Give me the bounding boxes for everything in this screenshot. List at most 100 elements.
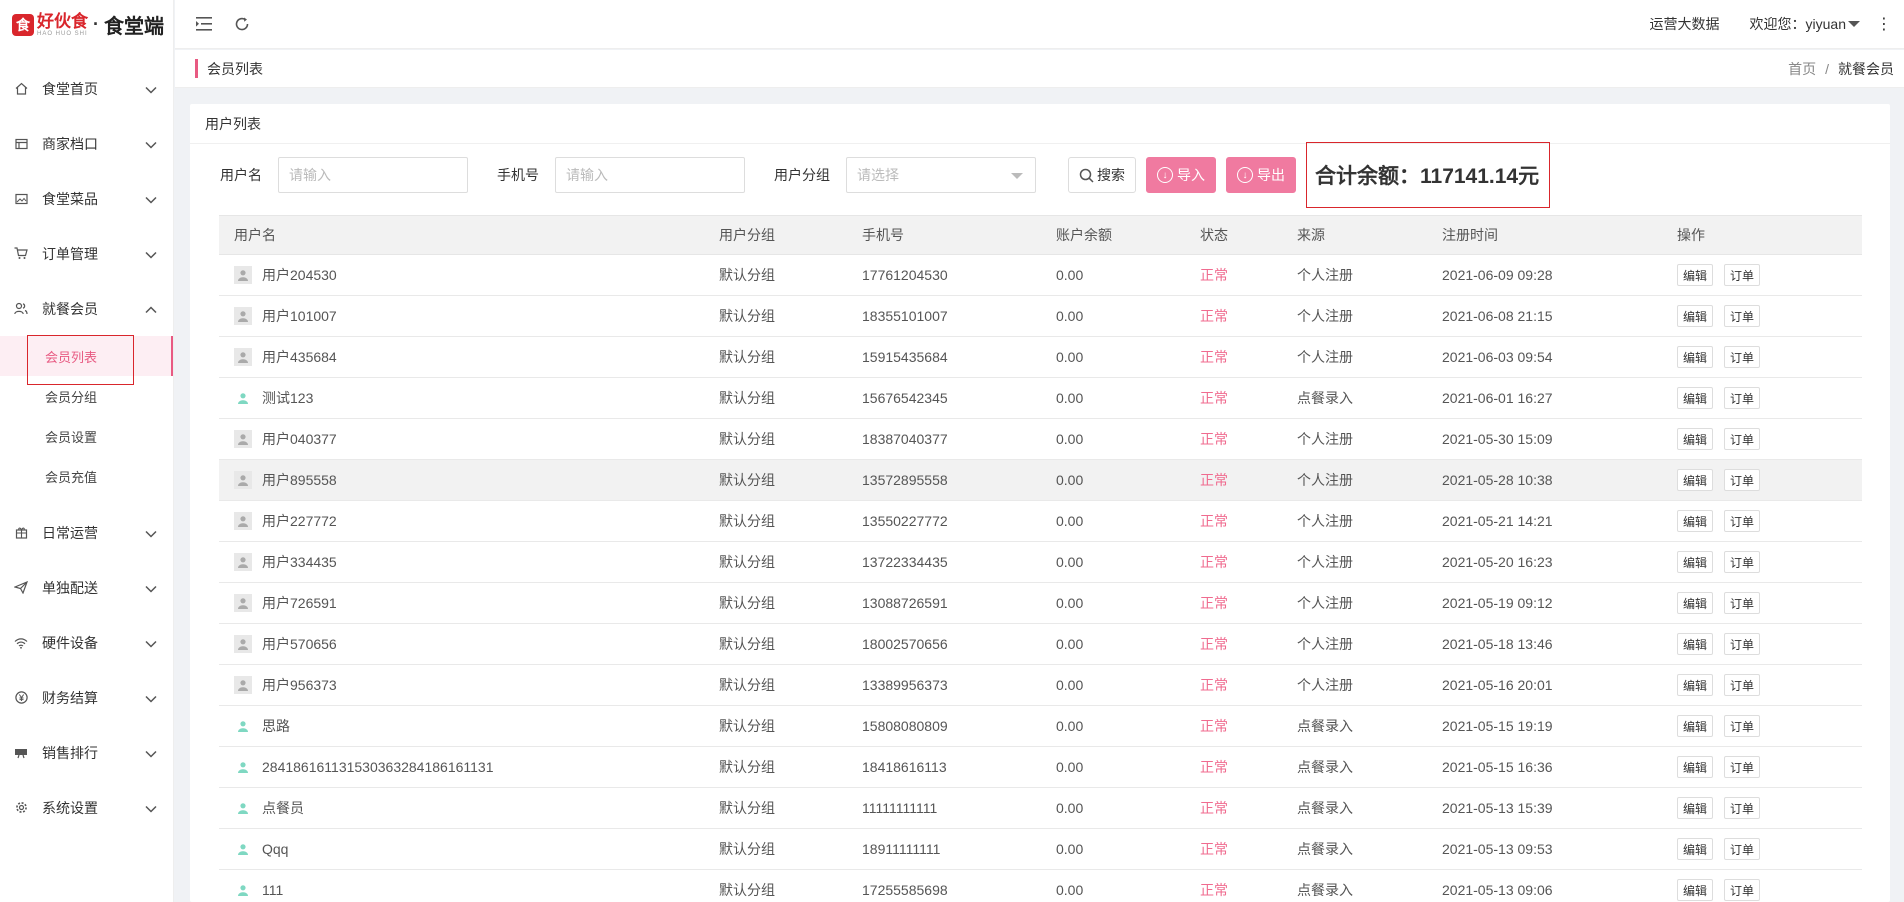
- edit-button[interactable]: 编辑: [1677, 633, 1714, 655]
- table-row[interactable]: Qqq 默认分组 18911111111 0.00 正常 点餐录入 2021-05-13 0…: [219, 829, 1862, 870]
- more-vertical-icon[interactable]: ⋮: [1876, 14, 1892, 34]
- edit-button[interactable]: 编辑: [1677, 264, 1714, 286]
- table-row[interactable]: 用户895558 默认分组 13572895558 0.00 正常 个人注册 2021-05…: [219, 459, 1862, 501]
- table-row[interactable]: 28418616113153036328418616113​1 默认分组 18418…: [219, 747, 1862, 788]
- sidebar-item-0[interactable]: 食堂首页: [0, 61, 173, 116]
- sidebar-item-5[interactable]: 日常运营: [0, 505, 173, 560]
- sidebar-item-10[interactable]: 系统设置: [0, 780, 173, 835]
- sidebar-item-1[interactable]: 商家档口: [0, 116, 173, 171]
- sidebar-item-6[interactable]: 单独配送: [0, 560, 173, 615]
- table-row[interactable]: 用户227772 默认分组 13550227772 0.00 正常 个人注册 2021-05…: [219, 501, 1862, 542]
- sidebar-item-2[interactable]: 食堂菜品: [0, 171, 173, 226]
- submenu-item-1[interactable]: 会员分组: [0, 376, 173, 416]
- cell-group: 默认分组: [719, 308, 775, 324]
- cell-group: 默认分组: [719, 841, 775, 857]
- order-button[interactable]: 订单: [1724, 387, 1761, 409]
- cell-status: 正常: [1200, 554, 1228, 570]
- edit-button[interactable]: 编辑: [1677, 428, 1714, 450]
- edit-button[interactable]: 编辑: [1677, 387, 1714, 409]
- edit-button[interactable]: 编辑: [1677, 510, 1714, 532]
- sidebar-item-label: 单独配送: [42, 579, 98, 596]
- order-button[interactable]: 订单: [1724, 797, 1761, 819]
- table-row[interactable]: 用户956373 默认分组 13389956373 0.00 正常 个人注册 2021-05…: [219, 665, 1862, 706]
- avatar-icon: [234, 635, 252, 653]
- submenu-item-3[interactable]: 会员充值: [0, 456, 173, 496]
- avatar-icon: [234, 758, 252, 776]
- edit-button[interactable]: 编辑: [1677, 797, 1714, 819]
- table-row[interactable]: 用户726591 默认分组 13088726591 0.00 正常 个人注册 2021-05…: [219, 583, 1862, 624]
- table-row[interactable]: 111 默认分组 17255585698 0.00 正常 点餐录入 2021-05-13 0…: [219, 870, 1862, 902]
- logo-icon: 食: [12, 13, 34, 36]
- yen-icon: [14, 691, 28, 705]
- table-header: 用户名 用户分组 手机号 账户余额 状态 来源 注册时间 操作: [219, 215, 1862, 255]
- edit-button[interactable]: 编辑: [1677, 346, 1714, 368]
- order-button[interactable]: 订单: [1724, 715, 1761, 737]
- import-button[interactable]: ↓ 导入: [1146, 157, 1216, 193]
- order-button[interactable]: 订单: [1724, 838, 1761, 860]
- users-icon: [14, 302, 28, 316]
- export-button[interactable]: ↓ 导出: [1226, 157, 1296, 193]
- cell-regtime: 2021-05-18 13:46: [1442, 636, 1553, 652]
- table-row[interactable]: 点餐员 默认分组 11111111111 0.00 正常 点餐录入 2021-05-13 1…: [219, 788, 1862, 829]
- edit-button[interactable]: 编辑: [1677, 838, 1714, 860]
- phone-input[interactable]: [555, 157, 745, 193]
- col-header-group: 用户分组: [704, 215, 847, 255]
- table-row[interactable]: 用户040377 默认分组 18387040377 0.00 正常 个人注册 2021-05…: [219, 419, 1862, 460]
- edit-button[interactable]: 编辑: [1677, 305, 1714, 327]
- submenu-item-2[interactable]: 会员设置: [0, 416, 173, 456]
- ops-data-link[interactable]: 运营大数据: [1650, 14, 1720, 34]
- edit-button[interactable]: 编辑: [1677, 879, 1714, 901]
- sidebar-item-4[interactable]: 就餐会员: [0, 281, 173, 336]
- cell-source: 点餐录入: [1297, 390, 1353, 406]
- menu-collapse-icon[interactable]: [195, 15, 213, 33]
- group-select[interactable]: 请选择: [846, 157, 1036, 193]
- table-row[interactable]: 用户435684 默认分组 15915435684 0.00 正常 个人注册 2021-06…: [219, 337, 1862, 378]
- table-row[interactable]: 用户101007 默认分组 18355101007 0.00 正常 个人注册 2021-06…: [219, 296, 1862, 337]
- order-button[interactable]: 订单: [1724, 592, 1761, 614]
- order-button[interactable]: 订单: [1724, 756, 1761, 778]
- edit-button[interactable]: 编辑: [1677, 469, 1714, 491]
- submenu-item-0[interactable]: 会员列表: [0, 335, 173, 385]
- member-list-card: 用户列表 用户名 手机号 用户分组 请选择 搜索 ↓ 导入 ↓ 导出 合计余额：…: [190, 104, 1890, 902]
- order-button[interactable]: 订单: [1724, 469, 1761, 491]
- order-button[interactable]: 订单: [1724, 264, 1761, 286]
- cell-balance: 0.00: [1056, 431, 1084, 447]
- chevron-up-icon: [145, 303, 157, 315]
- order-button[interactable]: 订单: [1724, 428, 1761, 450]
- sidebar-item-8[interactable]: 财务结算: [0, 670, 173, 725]
- sidebar-item-9[interactable]: 销售排行: [0, 725, 173, 780]
- edit-button[interactable]: 编辑: [1677, 592, 1714, 614]
- order-button[interactable]: 订单: [1724, 305, 1761, 327]
- order-button[interactable]: 订单: [1724, 674, 1761, 696]
- logo[interactable]: 食 好伙食 HAO HUO SHI · 食堂端: [0, 0, 173, 49]
- sidebar-item-7[interactable]: 硬件设备: [0, 615, 173, 670]
- order-button[interactable]: 订单: [1724, 633, 1761, 655]
- edit-button[interactable]: 编辑: [1677, 715, 1714, 737]
- edit-button[interactable]: 编辑: [1677, 756, 1714, 778]
- username-input[interactable]: [278, 157, 468, 193]
- table-row[interactable]: 用户204530 默认分组 17761204530 0.00 正常 个人注册 2021-06…: [219, 255, 1862, 296]
- cell-status: 正常: [1200, 882, 1228, 898]
- chevron-down-icon: [145, 582, 157, 594]
- edit-button[interactable]: 编辑: [1677, 551, 1714, 573]
- user-menu[interactable]: 欢迎您：yiyuan: [1750, 14, 1860, 34]
- table-row[interactable]: 思路 默认分组 15808080809 0.00 正常 点餐录入 2021-05-15 19…: [219, 706, 1862, 747]
- sidebar-item-3[interactable]: 订单管理: [0, 226, 173, 281]
- cell-username: 用户956373: [262, 677, 337, 693]
- table-row[interactable]: 用户570656 默认分组 18002570656 0.00 正常 个人注册 2021-05…: [219, 624, 1862, 665]
- edit-button[interactable]: 编辑: [1677, 674, 1714, 696]
- order-button[interactable]: 订单: [1724, 346, 1761, 368]
- order-button[interactable]: 订单: [1724, 510, 1761, 532]
- cell-regtime: 2021-05-13 09:06: [1442, 882, 1553, 898]
- search-button[interactable]: 搜索: [1068, 157, 1136, 193]
- sidebar-item-label: 商家档口: [42, 135, 98, 152]
- breadcrumb-home[interactable]: 首页: [1788, 59, 1816, 79]
- avatar-icon: [234, 471, 252, 489]
- cell-group: 默认分组: [719, 759, 775, 775]
- order-button[interactable]: 订单: [1724, 551, 1761, 573]
- refresh-icon[interactable]: [233, 15, 251, 33]
- order-button[interactable]: 订单: [1724, 879, 1761, 901]
- table-row[interactable]: 测试123 默认分组 15676542345 0.00 正常 点餐录入 2021-06-01…: [219, 378, 1862, 419]
- cell-group: 默认分组: [719, 882, 775, 898]
- table-row[interactable]: 用户334435 默认分组 13722334435 0.00 正常 个人注册 2021-05…: [219, 542, 1862, 583]
